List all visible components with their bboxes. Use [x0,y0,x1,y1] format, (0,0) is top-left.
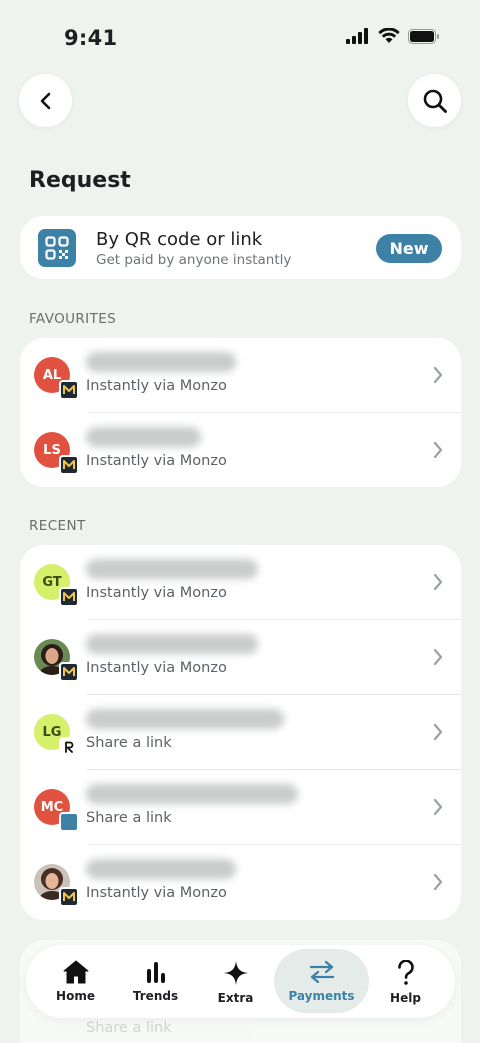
back-button[interactable] [19,74,72,127]
qr-card-title: By QR code or link [96,229,263,250]
new-badge: New [376,234,442,263]
qr-code-icon [38,229,76,267]
list-item[interactable]: LG Share a link [20,695,461,770]
recent-list: GT Instantly via Monzo Instantly via Mon… [20,545,461,920]
favourites-label: FAVOURITES [29,311,117,327]
row-subtitle: Share a link [86,1020,172,1036]
page-title: Request [29,168,131,193]
list-item[interactable]: Instantly via Monzo [20,620,461,695]
contact-name-redacted [86,784,298,804]
contact-name-redacted [86,709,284,729]
revolut-icon [59,737,79,757]
contact-name-redacted [86,859,236,879]
monzo-icon [59,455,79,475]
monzo-icon [59,887,79,907]
list-item[interactable]: Instantly via Monzo [20,845,461,920]
row-subtitle: Instantly via Monzo [86,660,227,676]
chevron-right-icon [433,573,443,591]
search-button[interactable] [408,74,461,127]
contact-name-redacted [86,427,201,447]
qr-code-card[interactable]: By QR code or link Get paid by anyone in… [20,216,461,279]
status-bar: 9:41 [0,0,480,76]
row-subtitle: Instantly via Monzo [86,885,227,901]
monzo-icon [59,662,79,682]
row-subtitle: Instantly via Monzo [86,453,227,469]
question-mark-icon [397,960,414,985]
row-subtitle: Share a link [86,810,172,826]
chevron-right-icon [433,798,443,816]
contact-name-redacted [86,559,258,579]
chevron-right-icon [433,366,443,384]
tab-extra[interactable]: Extra [188,949,283,1013]
recent-label: RECENT [29,518,86,534]
tab-help[interactable]: Help [358,949,453,1013]
contact-name-redacted [86,352,236,372]
row-subtitle: Instantly via Monzo [86,585,227,601]
list-item[interactable]: GT Instantly via Monzo [20,545,461,620]
chevron-left-icon [40,92,50,109]
qr-card-subtitle: Get paid by anyone instantly [96,252,292,268]
tab-bar: Home Trends Extra Payments Help [26,945,455,1018]
status-time: 9:41 [64,26,118,50]
search-icon [423,89,447,113]
signal-icon [346,28,368,44]
chevron-right-icon [433,441,443,459]
list-item[interactable]: AL Instantly via Monzo [20,338,461,413]
wifi-icon [378,28,400,43]
favourites-list: AL Instantly via Monzo LS Instantly via … [20,338,461,487]
status-icons [346,28,440,44]
sparkle-icon [223,961,248,985]
chevron-right-icon [433,873,443,891]
contact-name-redacted [86,634,258,654]
monzo-icon [59,380,79,400]
bank-icon [59,812,79,832]
transfer-arrows-icon [309,960,334,984]
list-item[interactable]: MC Share a link [20,770,461,845]
chevron-right-icon [433,648,443,666]
bar-chart-icon [146,962,165,983]
tab-payments[interactable]: Payments [274,949,369,1013]
home-icon [63,960,88,984]
row-subtitle: Instantly via Monzo [86,378,227,394]
monzo-icon [59,587,79,607]
chevron-right-icon [433,723,443,741]
list-item[interactable]: LS Instantly via Monzo [20,413,461,488]
battery-icon [408,28,439,44]
row-subtitle: Share a link [86,735,172,751]
